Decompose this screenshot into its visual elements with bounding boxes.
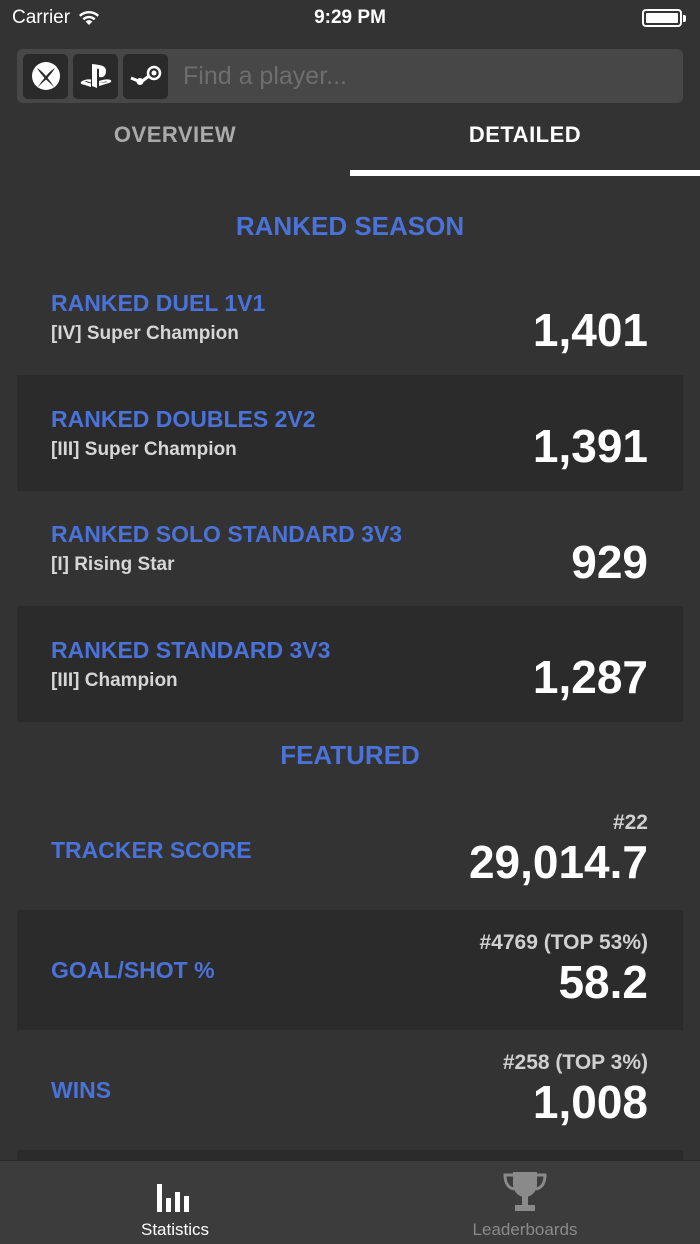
- ranked-row-info: RANKED STANDARD 3V3 [III] Champion: [51, 637, 330, 692]
- carrier-label: Carrier: [12, 7, 71, 28]
- stat-rank: #258 (TOP 3%): [502, 1051, 648, 1074]
- ranked-row-duel[interactable]: RANKED DUEL 1V1 [IV] Super Champion 1,40…: [17, 259, 683, 375]
- battery-icon: [642, 9, 686, 27]
- stat-name: GOAL/SHOT %: [51, 956, 215, 983]
- status-left: Carrier: [12, 7, 100, 29]
- ranked-row-info: RANKED SOLO STANDARD 3V3 [I] Rising Star: [51, 521, 402, 576]
- status-time: 9:29 PM: [314, 7, 386, 28]
- ranked-row-doubles[interactable]: RANKED DOUBLES 2V2 [III] Super Champion …: [17, 375, 683, 491]
- bottom-tab-bar: Statistics Leaderboards: [0, 1160, 700, 1244]
- stat-values: #22 29,014.7: [469, 811, 648, 889]
- rank-tier: [III] Super Champion: [51, 438, 237, 460]
- playlist-name: RANKED DUEL 1V1: [51, 289, 266, 316]
- stat-name: WINS: [51, 1076, 112, 1103]
- search-bar: [17, 49, 683, 103]
- rating-value: 1,391: [532, 420, 648, 472]
- playlist-name: RANKED DOUBLES 2V2: [51, 405, 316, 432]
- tab-detailed[interactable]: DETAILED: [350, 108, 700, 176]
- view-tabs: OVERVIEW DETAILED: [0, 108, 700, 176]
- stat-values: #4769 (TOP 53%) 58.2: [480, 931, 649, 1009]
- tab-leaderboards[interactable]: Leaderboards: [350, 1161, 700, 1244]
- playlist-name: RANKED STANDARD 3V3: [51, 636, 331, 663]
- stat-row-tracker-score[interactable]: TRACKER SCORE #22 29,014.7: [17, 790, 683, 910]
- status-bar: Carrier 9:29 PM: [0, 0, 700, 36]
- steam-button[interactable]: [123, 53, 168, 99]
- trophy-icon: [503, 1172, 547, 1211]
- bar-chart-icon: [157, 1184, 189, 1212]
- rank-tier: [I] Rising Star: [51, 554, 175, 575]
- ranked-row-solo-standard[interactable]: RANKED SOLO STANDARD 3V3 [I] Rising Star…: [17, 491, 683, 606]
- stat-name: TRACKER SCORE: [51, 836, 252, 863]
- stat-rank: #4769 (TOP 53%): [479, 931, 649, 954]
- stat-values: #258 (TOP 3%) 1,008: [503, 1051, 648, 1129]
- playlist-name: RANKED SOLO STANDARD 3V3: [51, 521, 402, 547]
- xbox-button[interactable]: [23, 53, 68, 99]
- playstation-button[interactable]: [73, 53, 118, 99]
- rating-value: 1,401: [532, 304, 648, 356]
- stat-row-partial: [17, 1150, 683, 1160]
- stat-value: 29,014.7: [468, 836, 648, 888]
- rating-value: 929: [571, 535, 648, 588]
- steam-icon: [129, 65, 161, 85]
- rank-tier: [III] Champion: [51, 669, 178, 691]
- tab-statistics[interactable]: Statistics: [0, 1161, 350, 1244]
- stat-value: 58.2: [558, 956, 648, 1008]
- featured-heading: FEATURED: [280, 740, 420, 770]
- ranked-season-heading: RANKED SEASON: [235, 211, 465, 241]
- ranked-row-info: RANKED DUEL 1V1 [IV] Super Champion: [51, 290, 265, 345]
- player-search-input[interactable]: [173, 54, 677, 98]
- tab-leaderboards-label: Leaderboards: [472, 1220, 578, 1239]
- stat-value: 1,008: [532, 1076, 648, 1128]
- rank-tier: [IV] Super Champion: [51, 322, 239, 344]
- stat-row-goal-shot[interactable]: GOAL/SHOT % #4769 (TOP 53%) 58.2: [17, 910, 683, 1030]
- ranked-row-info: RANKED DOUBLES 2V2 [III] Super Champion: [51, 406, 316, 461]
- rating-value: 1,287: [532, 651, 648, 703]
- stat-rank: #22: [612, 811, 648, 834]
- ranked-row-standard[interactable]: RANKED STANDARD 3V3 [III] Champion 1,287: [17, 606, 683, 722]
- stat-row-wins[interactable]: WINS #258 (TOP 3%) 1,008: [17, 1030, 683, 1150]
- tab-overview[interactable]: OVERVIEW: [0, 108, 350, 176]
- wifi-icon: [79, 11, 100, 25]
- tab-statistics-label: Statistics: [140, 1220, 210, 1239]
- xbox-icon: [31, 62, 60, 90]
- playstation-icon: [80, 64, 111, 88]
